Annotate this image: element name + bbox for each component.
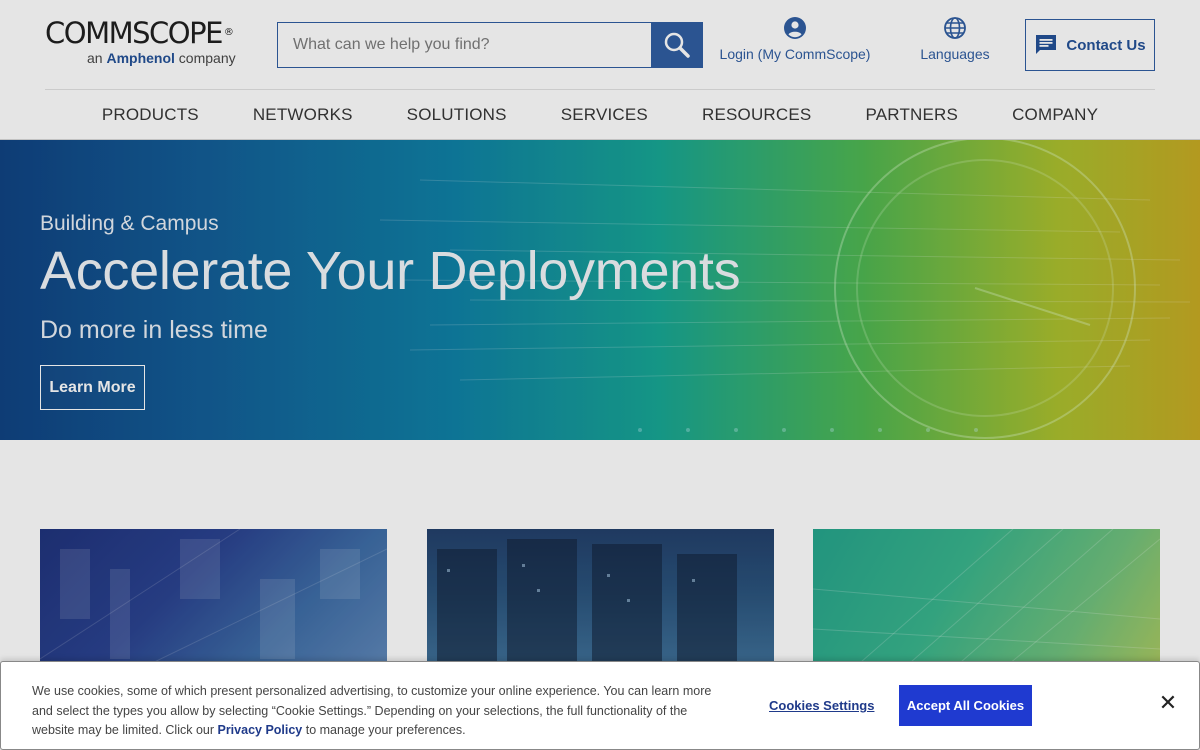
search-button[interactable] [651,22,703,68]
hero-subtitle: Do more in less time [40,316,268,344]
cookie-message-end: to manage your preferences. [302,723,466,737]
feature-cards [40,529,1160,669]
nav-item-products[interactable]: PRODUCTS [75,105,226,125]
site-header: COMMSCOPE® an Amphenol company Login (My… [0,0,1200,140]
login-label: Login (My CommScope) [719,46,871,62]
languages-link[interactable]: Languages [905,16,1005,62]
cookie-banner: We use cookies, some of which present pe… [0,661,1200,750]
cookie-message: We use cookies, some of which present pe… [32,682,732,741]
privacy-policy-link[interactable]: Privacy Policy [217,723,302,737]
feature-card-city[interactable] [40,529,387,669]
logo-tagline-prefix: an [87,50,107,66]
nav-item-resources[interactable]: RESOURCES [675,105,839,125]
commscope-logo[interactable]: COMMSCOPE ® an Amphenol company [45,18,250,70]
accept-all-cookies-button[interactable]: Accept All Cookies [899,685,1032,726]
languages-label: Languages [920,46,990,62]
search-input[interactable] [277,22,651,68]
login-link[interactable]: Login (My CommScope) [715,16,875,62]
feature-card-data-center[interactable] [427,529,774,669]
hero-eyebrow: Building & Campus [40,212,219,235]
search-icon [664,32,690,58]
logo-tagline-brand: Amphenol [106,50,175,66]
hero-banner: Building & Campus Accelerate Your Deploy… [0,140,1200,440]
nav-item-solutions[interactable]: SOLUTIONS [380,105,534,125]
feature-card-building[interactable] [813,529,1160,669]
main-nav: PRODUCTS NETWORKS SOLUTIONS SERVICES RES… [0,90,1200,140]
logo-tagline-suffix: company [174,50,236,66]
nav-item-company[interactable]: COMPANY [985,105,1125,125]
globe-icon [944,17,966,39]
learn-more-button[interactable]: Learn More [40,365,145,410]
server-racks-image [437,539,737,669]
nav-item-services[interactable]: SERVICES [534,105,675,125]
logo-text: COMMSCOPE [45,16,223,50]
contact-us-label: Contact Us [1066,36,1146,54]
logo-registered-mark: ® [223,27,234,38]
nav-item-partners[interactable]: PARTNERS [838,105,985,125]
cookies-settings-button[interactable]: Cookies Settings [769,698,874,713]
nav-item-networks[interactable]: NETWORKS [226,105,380,125]
logo-wordmark: COMMSCOPE ® [45,18,250,48]
search-bar [277,22,703,68]
logo-tagline: an Amphenol company [87,50,250,66]
glass-building-image [813,529,1160,669]
hero-title: Accelerate Your Deployments [40,241,741,301]
close-icon[interactable]: ✕ [1157,693,1179,715]
city-aerial-image [40,529,387,669]
contact-us-button[interactable]: Contact Us [1025,19,1155,71]
user-circle-icon [784,17,806,39]
chat-icon [1036,35,1057,54]
